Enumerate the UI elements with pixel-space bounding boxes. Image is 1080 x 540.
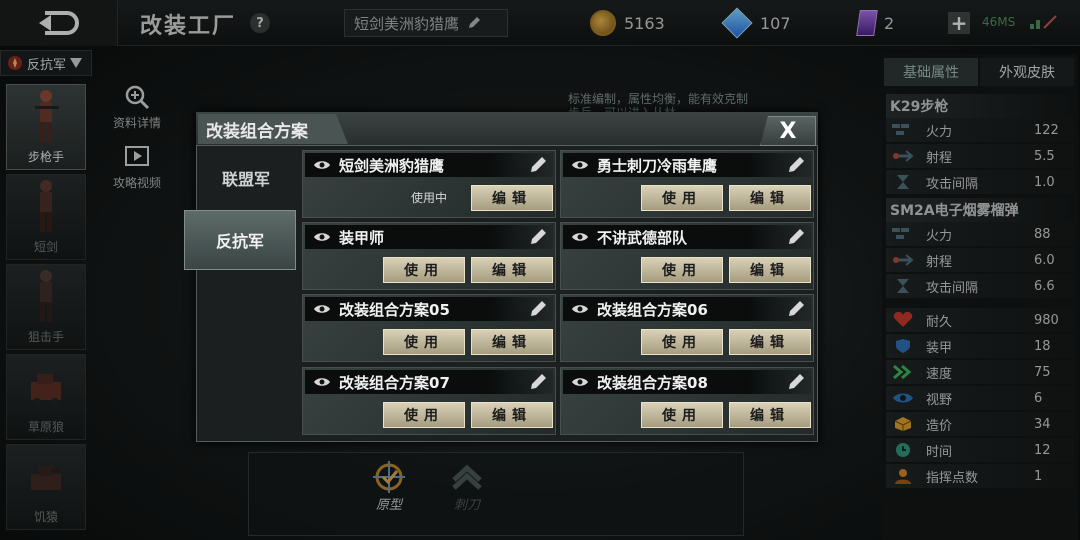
- plan-name: 不讲武德部队: [597, 228, 688, 247]
- eye-icon[interactable]: [571, 376, 589, 388]
- pencil-icon[interactable]: [787, 228, 805, 246]
- plan-name: 改装组合方案08: [597, 373, 708, 392]
- pencil-icon[interactable]: [787, 373, 805, 391]
- eye-icon[interactable]: [313, 159, 331, 171]
- plan-name: 改装组合方案05: [339, 300, 450, 319]
- plan-header: 短剑美洲豹猎鹰: [305, 153, 553, 177]
- edit-button[interactable]: 编辑: [729, 402, 811, 428]
- in-use-status: 使用中: [410, 191, 447, 205]
- pencil-icon[interactable]: [529, 300, 547, 318]
- use-button[interactable]: 使用: [383, 402, 465, 428]
- plan-header: 改装组合方案07: [305, 370, 553, 394]
- plan-header: 改装组合方案08: [563, 370, 811, 394]
- close-button[interactable]: X: [760, 116, 816, 146]
- plan-slot: 不讲武德部队 使用 编辑: [560, 222, 814, 290]
- eye-icon[interactable]: [313, 376, 331, 388]
- plan-slot: 勇士刺刀冷雨隼鹰 使用 编辑: [560, 150, 814, 218]
- pencil-icon[interactable]: [529, 373, 547, 391]
- edit-button[interactable]: 编辑: [729, 329, 811, 355]
- plan-header: 不讲武德部队: [563, 225, 811, 249]
- plan-header: 改装组合方案05: [305, 297, 553, 321]
- eye-icon[interactable]: [313, 303, 331, 315]
- use-button[interactable]: 使用: [641, 329, 723, 355]
- eye-icon[interactable]: [571, 159, 589, 171]
- edit-button[interactable]: 编辑: [471, 329, 553, 355]
- tab-rebels[interactable]: 反抗军: [184, 210, 296, 270]
- plan-name: 短剑美洲豹猎鹰: [339, 156, 445, 175]
- plan-header: 改装组合方案06: [563, 297, 811, 321]
- eye-icon[interactable]: [313, 231, 331, 243]
- pencil-icon[interactable]: [529, 156, 547, 174]
- dialog-title: 改装组合方案: [198, 114, 348, 144]
- edit-button[interactable]: 编辑: [729, 257, 811, 283]
- eye-icon[interactable]: [571, 303, 589, 315]
- pencil-icon[interactable]: [529, 228, 547, 246]
- edit-button[interactable]: 编辑: [471, 185, 553, 211]
- plan-slot: 改装组合方案08 使用 编辑: [560, 367, 814, 435]
- plan-header: 装甲师: [305, 225, 553, 249]
- edit-button[interactable]: 编辑: [471, 257, 553, 283]
- plan-slot: 改装组合方案06 使用 编辑: [560, 294, 814, 362]
- pencil-icon[interactable]: [787, 300, 805, 318]
- tab-alliance[interactable]: 联盟军: [196, 148, 296, 208]
- edit-button[interactable]: 编辑: [729, 185, 811, 211]
- eye-icon[interactable]: [571, 231, 589, 243]
- pencil-icon[interactable]: [787, 156, 805, 174]
- use-button[interactable]: 使用: [383, 329, 465, 355]
- plan-name: 改装组合方案07: [339, 373, 450, 392]
- plan-name: 改装组合方案06: [597, 300, 708, 319]
- use-button[interactable]: 使用: [383, 257, 465, 283]
- plan-slot: 改装组合方案07 使用 编辑: [302, 367, 556, 435]
- use-button[interactable]: 使用: [641, 257, 723, 283]
- plan-slot: 改装组合方案05 使用 编辑: [302, 294, 556, 362]
- close-icon: X: [779, 118, 797, 144]
- plan-name: 勇士刺刀冷雨隼鹰: [597, 156, 718, 175]
- use-button[interactable]: 使用: [641, 402, 723, 428]
- edit-button[interactable]: 编辑: [471, 402, 553, 428]
- use-button[interactable]: 使用: [641, 185, 723, 211]
- plan-name: 装甲师: [339, 228, 385, 247]
- plan-header: 勇士刺刀冷雨隼鹰: [563, 153, 811, 177]
- plan-slot: 装甲师 使用 编辑: [302, 222, 556, 290]
- plan-slot: 短剑美洲豹猎鹰 使用中 编辑: [302, 150, 556, 218]
